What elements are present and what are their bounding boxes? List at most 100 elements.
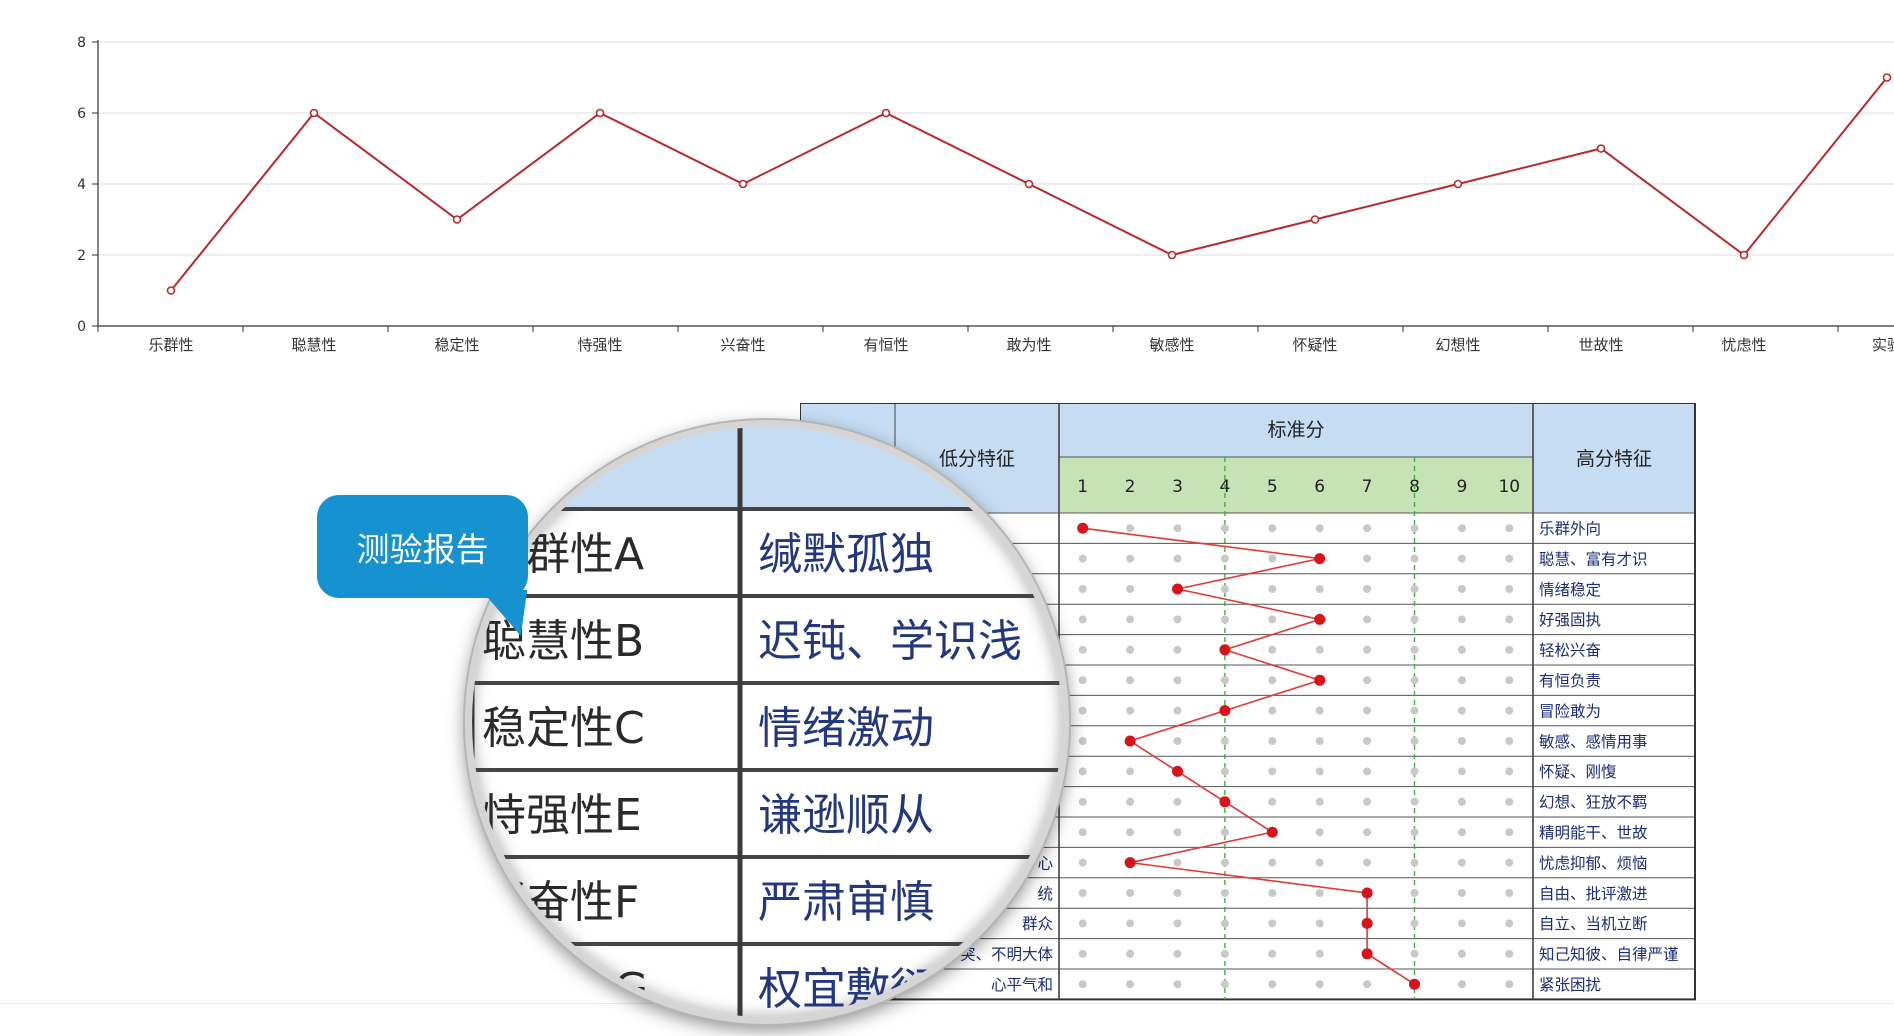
score-dot [1410,524,1419,533]
high-trait-cell: 冒险敢为 [1539,702,1601,720]
report-callout[interactable]: 测验报告 [317,495,528,598]
score-dot [1457,585,1466,593]
score-dot [1268,706,1277,715]
score-dot [1126,585,1135,593]
magnified-low-trait: 权宜敷衍 [758,964,934,1015]
score-column-label: 1 [1077,477,1088,497]
x-tick-label: 怀疑性 [1292,336,1337,354]
score-dot [1220,980,1229,989]
score-dot [1363,524,1372,533]
score-dot [1410,919,1419,928]
score-dot [1078,828,1087,837]
score-dot [1410,585,1419,593]
score-dot [1457,980,1466,989]
magnified-factor: 有恒性G [482,964,648,1015]
magnified-low-trait: 谦逊顺从 [758,790,934,841]
y-tick-label: 2 [77,248,86,264]
score-dot [1505,858,1514,867]
profile-point [1361,948,1373,960]
magnified-low-trait: 情绪激动 [758,703,934,754]
score-dot [1268,949,1277,958]
score-dot [1220,828,1229,837]
data-point [1024,179,1034,189]
x-tick-label: 幻想性 [1435,336,1480,354]
y-tick-label: 0 [77,319,86,335]
score-dot [1315,828,1324,837]
score-dot [1457,524,1466,533]
high-trait-cell: 精明能干、世故 [1539,824,1648,842]
score-dot [1505,919,1514,928]
score-dot [1363,676,1372,685]
score-column-label: 2 [1125,477,1136,497]
data-point [595,108,605,118]
score-dot [1173,554,1182,563]
score-dot [1315,919,1324,928]
score-dot [1315,858,1324,867]
score-dot [1126,615,1135,624]
score-dot [1457,889,1466,897]
score-dot [1315,949,1324,958]
profile-point [1219,644,1231,656]
score-dot [1078,645,1087,654]
x-tick-label: 忧虑性 [1721,336,1766,354]
score-dot [1410,889,1419,897]
magnified-factor: 兴奋性F [482,877,639,928]
score-dot [1268,676,1277,685]
data-point [881,108,891,118]
score-dot [1315,585,1324,593]
score-dot [1173,980,1182,989]
score-dot [1268,919,1277,928]
score-dot [1410,949,1419,958]
score-dot [1078,858,1087,867]
score-dot [1315,524,1324,533]
score-dot [1173,828,1182,837]
score-dot [1457,676,1466,685]
score-dot [1220,889,1229,897]
x-tick-label: 世故性 [1578,336,1623,354]
magnified-factor: 稳定性C [482,703,645,754]
score-dot [1078,889,1087,897]
data-point [1596,144,1606,153]
score-dot [1220,949,1229,958]
score-dot [1126,949,1135,958]
x-tick-label: 乐群性 [148,336,193,354]
score-dot [1268,797,1277,806]
profile-point [1172,765,1183,777]
callout-pointer [474,590,528,636]
score-dot [1173,615,1182,624]
x-tick-label: 敏感性 [1149,336,1194,354]
x-tick-label: 聪慧性 [291,336,336,354]
score-dot [1173,797,1182,806]
high-trait-cell: 敏感、感情用事 [1539,733,1648,751]
data-point [1453,179,1463,189]
score-dot [1457,949,1466,958]
score-dot [1078,737,1087,745]
high-trait-cell: 乐群外向 [1539,520,1601,538]
high-trait-cell: 自立、当机立断 [1539,915,1648,933]
score-dot [1268,737,1277,745]
score-dot [1505,949,1514,958]
score-dot [1220,767,1229,776]
score-dot [1505,676,1514,685]
score-dot [1078,767,1087,776]
score-dot [1126,676,1135,685]
score-dot [1315,706,1324,715]
magnified-low-trait: 缄默孤独 [758,529,934,580]
score-dot [1268,524,1277,533]
high-trait-cell: 幻想、狂放不羁 [1539,794,1648,812]
score-dot [1220,615,1229,624]
score-dot [1363,828,1372,837]
score-dot [1078,949,1087,958]
profile-point [1266,826,1278,838]
score-dot [1457,797,1466,806]
report-callout-label[interactable]: 测验报告 [317,495,528,598]
score-dot [1505,524,1514,533]
score-dot [1126,828,1135,837]
high-trait-cell: 紧张困扰 [1539,976,1601,994]
score-dot [1410,797,1419,806]
high-trait-cell: 聪慧、富有才识 [1539,550,1648,568]
score-dot [1268,767,1277,776]
score-dot [1078,615,1087,624]
score-dot [1078,706,1087,715]
score-dot [1505,615,1514,624]
